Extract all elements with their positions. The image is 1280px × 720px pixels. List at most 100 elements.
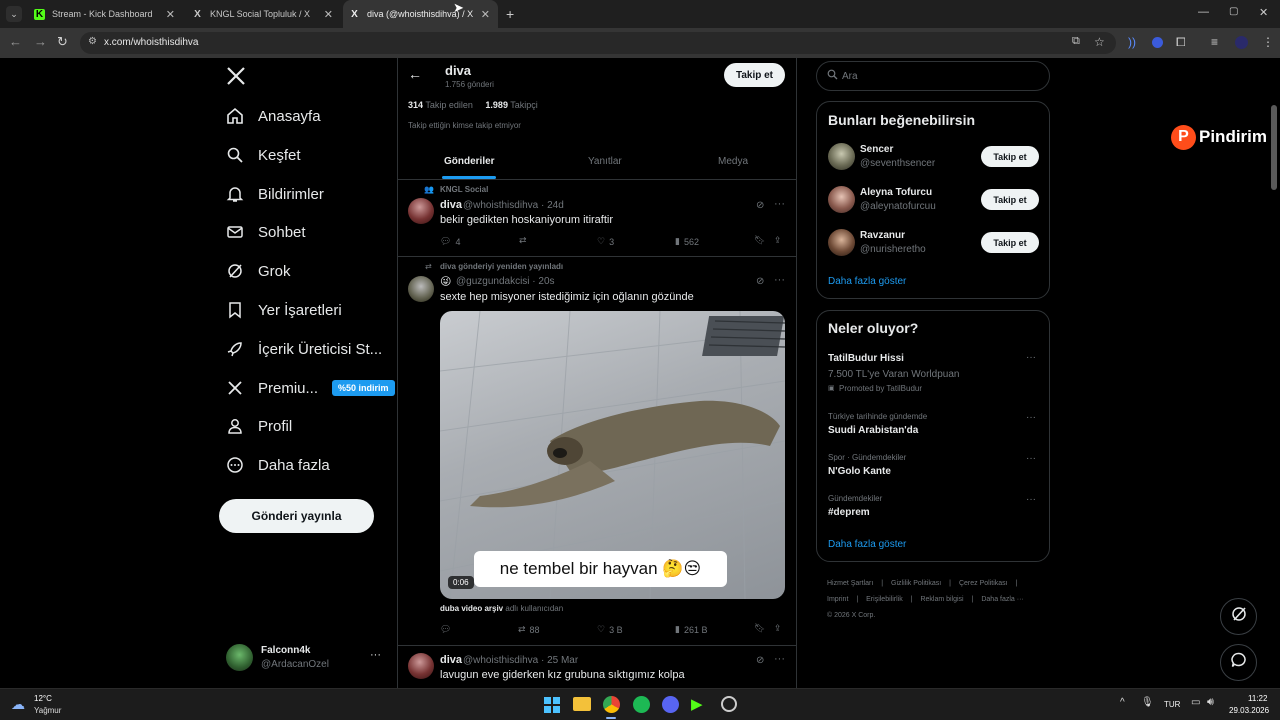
tweet-author-name[interactable]: diva (440, 199, 462, 211)
close-tab-icon[interactable]: ✕ (166, 8, 175, 21)
followers-count[interactable]: 1.989 (485, 100, 508, 110)
close-tab-icon[interactable]: ✕ (324, 8, 333, 21)
nav-grok[interactable]: Grok (224, 254, 291, 288)
close-tab-icon[interactable]: ✕ (481, 8, 490, 21)
avatar[interactable] (828, 186, 855, 213)
tab-posts[interactable]: Gönderiler (444, 156, 495, 167)
follow-button[interactable]: Takip et (981, 146, 1039, 167)
tweet-context[interactable]: diva gönderiyi yeniden yayınladı (440, 262, 563, 271)
install-app-icon[interactable]: ⧉ (1072, 35, 1080, 48)
tray-overflow-icon[interactable]: ^ (1120, 697, 1125, 708)
discord-icon[interactable] (662, 696, 679, 713)
microphone-icon[interactable]: 🎙︎ (1141, 697, 1154, 708)
tab-diva-profile[interactable]: X diva (@whoisthisdihva) / X ✕ (343, 0, 498, 28)
show-more-link[interactable]: Daha fazla göster (828, 539, 906, 550)
messages-floating-button[interactable] (1220, 644, 1257, 681)
volume-icon[interactable]: 🔊︎ (1207, 696, 1214, 709)
back-arrow-icon[interactable]: ← (408, 66, 422, 82)
clock-date[interactable]: 29.03.2026 (1229, 706, 1269, 715)
more-options-icon[interactable]: ··· (774, 274, 785, 286)
forward-arrow-icon[interactable]: → (34, 34, 47, 49)
back-arrow-icon[interactable]: ← (9, 34, 22, 49)
avatar[interactable] (408, 653, 434, 679)
bookmark-star-icon[interactable]: ☆ (1094, 35, 1105, 49)
nav-home[interactable]: Anasayfa (224, 99, 321, 133)
trend-item[interactable]: Gündemdekiler #deprem ··· (817, 491, 1049, 525)
avatar[interactable] (828, 143, 855, 170)
nav-explore[interactable]: Keşfet (224, 138, 301, 172)
footer-link[interactable]: Hizmet Şartları (827, 580, 873, 587)
window-minimize-button[interactable]: — (1198, 6, 1209, 18)
window-restore-button[interactable]: ▢ (1229, 6, 1238, 17)
account-more-icon[interactable]: ··· (370, 649, 381, 661)
show-more-link[interactable]: Daha fazla göster (828, 276, 906, 287)
extension-badge-icon[interactable] (1152, 37, 1163, 48)
retweet-action[interactable]: ⇄ (519, 235, 527, 246)
trend-more-icon[interactable]: ··· (1026, 352, 1036, 363)
suggestion-handle[interactable]: @nurisheretho (860, 244, 926, 255)
trend-more-icon[interactable]: ··· (1026, 412, 1036, 423)
more-options-icon[interactable]: ··· (774, 653, 785, 665)
bookmark-icon[interactable]: 🔖︎ (754, 235, 765, 246)
suggestion-handle[interactable]: @aleynatofurcuu (860, 201, 936, 212)
footer-link[interactable]: Erişilebilirlik (866, 596, 903, 603)
tweet-author-name[interactable]: diva (440, 654, 462, 666)
source-name[interactable]: duba video arşiv (440, 604, 503, 613)
reload-icon[interactable]: ↻ (57, 34, 68, 50)
reply-action[interactable]: 💬︎ 4 (440, 236, 460, 247)
reply-action[interactable]: 💬︎ (440, 624, 451, 635)
weather-rain-icon[interactable]: ☁ (11, 696, 25, 713)
footer-link[interactable]: Çerez Politikası (959, 580, 1008, 587)
like-action[interactable]: ♡ 3 B (597, 624, 623, 635)
weather-desc[interactable]: Yağmur (34, 706, 61, 715)
footer-link[interactable]: Imprint (827, 596, 848, 603)
weather-temp[interactable]: 12°C (34, 694, 52, 703)
clock-time[interactable]: 11:22 (1248, 694, 1267, 703)
grok-icon[interactable]: ⊘ (756, 276, 764, 287)
extension-icon[interactable]: )) (1128, 35, 1136, 49)
nav-bookmarks[interactable]: Yer İşaretleri (224, 293, 342, 327)
nav-more[interactable]: Daha fazla (224, 448, 330, 482)
tweet[interactable]: diva @whoisthisdihva · 25 Mar ⊘ ··· lavu… (398, 646, 796, 688)
page-scrollbar[interactable] (1271, 105, 1277, 190)
avatar[interactable] (828, 229, 855, 256)
network-icon[interactable]: ▭ (1191, 697, 1200, 708)
footer-link[interactable]: Daha fazla ··· (981, 596, 1023, 603)
tweet-handle[interactable]: @whoisthisdihva · 24d (463, 200, 564, 211)
more-options-icon[interactable]: ··· (774, 198, 785, 210)
video-player[interactable]: ne tembel bir hayvan 🤔😒 0:06 (440, 311, 785, 599)
nav-notifications[interactable]: Bildirimler (224, 177, 324, 211)
suggestion-handle[interactable]: @seventhsencer (860, 158, 935, 169)
like-action[interactable]: ♡ 3 (597, 236, 614, 247)
chrome-icon[interactable] (603, 696, 620, 713)
tweet-author-name[interactable]: 😜 (440, 275, 451, 288)
trend-more-icon[interactable]: ··· (1026, 494, 1036, 505)
trend-item[interactable]: TatilBudur Hissi 7.500 TL'ye Varan World… (817, 349, 1049, 397)
followers-label[interactable]: Takipçi (510, 100, 538, 110)
nav-creator-studio[interactable]: İçerik Üreticisi St... (224, 332, 382, 366)
tweet-handle[interactable]: @guzgundakcisi · 20s (456, 276, 555, 287)
grok-floating-button[interactable] (1220, 598, 1257, 635)
tweet-handle[interactable]: @whoisthisdihva · 25 Mar (463, 655, 578, 666)
views-action[interactable]: ▮ 261 B (675, 624, 707, 635)
post-button[interactable]: Gönderi yayınla (219, 499, 374, 533)
following-label[interactable]: Takip edilen (425, 100, 473, 110)
tab-replies[interactable]: Yanıtlar (588, 156, 622, 167)
language-indicator[interactable]: TUR (1164, 700, 1180, 709)
follow-button[interactable]: Takip et (724, 63, 785, 87)
avatar[interactable] (408, 276, 434, 302)
share-icon[interactable]: ⇪ (774, 623, 782, 634)
search-input[interactable]: Ara (816, 61, 1050, 91)
trend-item[interactable]: Spor · Gündemdekiler N'Golo Kante ··· (817, 450, 1049, 484)
site-info-icon[interactable]: ⚙ (88, 36, 97, 47)
nav-profile[interactable]: Profil (224, 409, 292, 443)
follow-button[interactable]: Takip et (981, 232, 1039, 253)
tab-kngl-social[interactable]: X KNGL Social Topluluk / X ✕ (186, 0, 341, 28)
extensions-puzzle-icon[interactable]: ⧠ (1176, 35, 1186, 50)
trend-more-icon[interactable]: ··· (1026, 453, 1036, 464)
browser-menu-icon[interactable]: ⋮ (1262, 35, 1274, 49)
tweet-context[interactable]: KNGL Social (440, 185, 488, 194)
tweet[interactable]: 👥 KNGL Social diva @whoisthisdihva · 24d… (398, 180, 796, 256)
trend-item[interactable]: Türkiye tarihinde gündemde Suudi Arabist… (817, 409, 1049, 443)
reading-list-icon[interactable]: ≡ (1211, 35, 1218, 49)
